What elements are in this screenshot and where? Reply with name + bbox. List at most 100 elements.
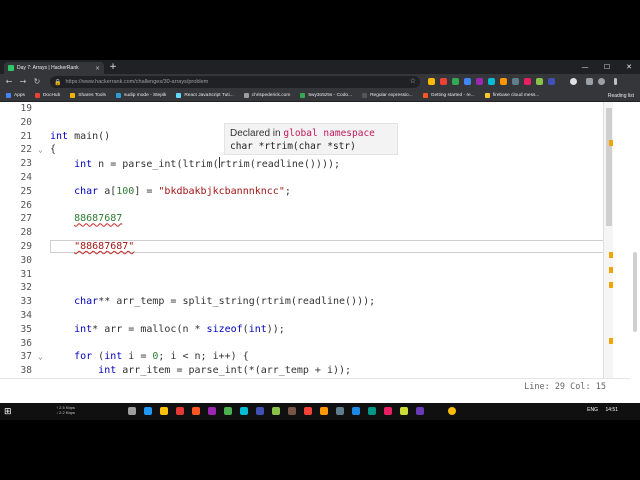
taskbar-app-icon[interactable] [400,407,408,415]
taskbar-app-icon[interactable] [256,407,264,415]
minimize-button[interactable]: — [574,60,596,74]
page-scrollbar[interactable] [630,102,640,378]
fold-chevron-icon[interactable]: ⌄ [38,143,43,157]
taskbar-app-icon[interactable] [144,407,152,415]
taskbar-app-icon[interactable] [336,407,344,415]
extension-icon[interactable] [476,78,483,85]
taskbar-app-icon[interactable] [320,407,328,415]
language-indicator[interactable]: ENG [587,407,598,413]
code-line[interactable]: 25 char a[100] = "bkdbakbjkcbannnkncc"; [0,185,604,199]
tab-close-icon[interactable]: × [95,65,100,72]
extension-icon[interactable] [488,78,495,85]
extension-icon[interactable] [464,78,471,85]
code-line[interactable]: 26 [0,199,604,213]
bookmark-item[interactable]: Getting started - re... [422,93,475,98]
warning-marker [609,252,613,258]
code-text[interactable]: int arr_item = parse_int(*(arr_temp + i)… [50,364,351,378]
reading-list-button[interactable]: Reading list [608,93,634,99]
code-text[interactable]: { [50,143,56,157]
taskbar-app-icon[interactable] [224,407,232,415]
taskbar-app-icon[interactable] [416,407,424,415]
vscode-icon[interactable] [352,407,360,415]
code-line[interactable]: 32 [0,281,604,295]
taskbar-app-icon[interactable] [304,407,312,415]
code-text[interactable]: "88687687" [50,240,134,254]
maximize-button[interactable]: ☐ [596,60,618,74]
chrome-icon[interactable] [448,407,456,415]
extension-icon[interactable] [500,78,507,85]
account-avatar[interactable] [598,78,605,85]
code-text[interactable]: for (int i = 0; i < n; i++) { [50,350,249,364]
taskbar-app-icon[interactable] [192,407,200,415]
fold-chevron-icon[interactable]: ⌄ [38,350,43,364]
extension-icon[interactable] [428,78,435,85]
extension-icon[interactable] [536,78,543,85]
task-view-icon[interactable] [128,407,136,415]
taskbar-app-icon[interactable] [176,407,184,415]
new-tab-button[interactable]: + [108,62,118,72]
bookmark-item[interactable]: React JavaScript Tuti... [176,93,234,98]
code-line[interactable]: 31 [0,268,604,282]
code-text[interactable]: char a[100] = "bkdbakbjkcbannnkncc"; [50,185,291,199]
taskbar-app-icon[interactable] [240,407,248,415]
editor-scroll-thumb[interactable] [606,108,612,226]
code-text[interactable]: int main() [50,130,110,144]
bookmark-item[interactable]: 5wy3o5z5s - Codo... [300,93,352,98]
browser-toolbar: ← → ↻ 🔒 https://www.hackerrank.com/chall… [0,74,640,90]
browser-tab-active[interactable]: Day 7: Arrays | HackerRank × [4,62,104,74]
hackerrank-favicon-icon [8,65,14,71]
bookmark-item[interactable]: chrispederick.com [243,93,290,98]
address-bar[interactable]: 🔒 https://www.hackerrank.com/challenges/… [50,76,420,88]
code-line[interactable]: 33 char** arr_temp = split_string(rtrim(… [0,295,604,309]
code-line[interactable]: 30 [0,254,604,268]
code-line[interactable]: 34 [0,309,604,323]
menu-kebab-icon[interactable] [614,78,617,85]
file-explorer-icon[interactable] [160,407,168,415]
code-line[interactable]: 24 [0,171,604,185]
taskbar-app-icon[interactable] [208,407,216,415]
code-line[interactable]: 23 int n = parse_int(ltrim(rtrim(readlin… [0,157,604,171]
extension-icon[interactable] [440,78,447,85]
extension-icon[interactable] [548,78,555,85]
download-speed: ↓ 2.2 Kbps [56,410,75,415]
bookmark-item[interactable]: Apps [6,93,25,98]
extension-icon[interactable] [524,78,531,85]
bookmark-favicon-icon [362,93,368,98]
code-text[interactable]: 88687687 [50,212,122,226]
editor-scrollbar[interactable] [603,102,613,378]
code-line[interactable]: 28 [0,226,604,240]
taskbar-app-icon[interactable] [288,407,296,415]
taskbar-app-icon[interactable] [384,407,392,415]
windows-start-icon[interactable]: ⊞ [4,407,12,417]
extension-icon[interactable] [452,78,459,85]
code-line[interactable]: 36 [0,337,604,351]
code-text[interactable]: int n = parse_int(ltrim(rtrim(readline()… [50,157,340,172]
line-number: 32 [20,282,32,294]
bookmark-item[interactable]: Regular expressio... [362,93,413,98]
bookmark-item[interactable]: firebase cloud mess... [484,93,539,98]
code-line[interactable]: 29 "88687687" [0,240,612,254]
code-line[interactable]: 19 [0,102,604,116]
taskbar-app-icon[interactable] [368,407,376,415]
code-line[interactable]: 38 int arr_item = parse_int(*(arr_temp +… [0,364,604,378]
taskbar-app-icon[interactable] [272,407,280,415]
reload-button[interactable]: ↻ [32,77,42,87]
code-line[interactable]: 37 ⌄ for (int i = 0; i < n; i++) { [0,350,604,364]
bookmark-item[interactable]: Shares Tools [70,93,106,98]
code-text[interactable]: char** arr_temp = split_string(rtrim(rea… [50,295,375,309]
extensions-puzzle-icon[interactable] [586,78,593,85]
close-window-button[interactable]: ✕ [618,60,640,74]
bookmark-item[interactable]: DocHub [34,93,61,98]
bookmark-item[interactable]: sudip mode - Stepik [115,93,166,98]
code-line[interactable]: 35 int* arr = malloc(n * sizeof(int)); [0,323,604,337]
extension-icon[interactable] [512,78,519,85]
code-line[interactable]: 27 88687687 [0,212,604,226]
page-scroll-thumb[interactable] [633,252,637,332]
bookmark-label: DocHub [42,93,61,98]
back-button[interactable]: ← [4,77,14,87]
forward-button[interactable]: → [18,77,28,87]
bookmark-star-icon[interactable]: ☆ [410,77,416,85]
clock[interactable]: 14:51 [605,407,618,413]
code-text[interactable]: int* arr = malloc(n * sizeof(int)); [50,323,285,337]
profile-avatar[interactable] [570,78,577,85]
